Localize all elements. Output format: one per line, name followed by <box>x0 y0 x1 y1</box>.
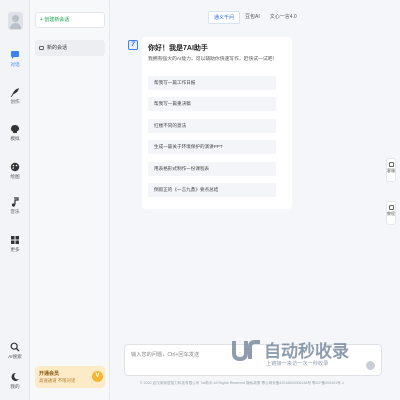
promo-subtitle: 高速通道 不限对话 <box>39 378 76 383</box>
watermark-logo-icon <box>232 340 260 361</box>
suggestion-item[interactable]: 倒叙正的《一言九鼎》要点总结 <box>148 183 276 197</box>
tab-doubao[interactable]: 豆包AI <box>240 11 265 24</box>
head-icon <box>11 125 19 133</box>
suggestion-item[interactable]: 帮我写一篇重决稿 <box>148 97 276 111</box>
music-note-icon <box>11 197 19 207</box>
watermark: 自动秒收录 上链接一来访一次一秒收录 <box>230 335 382 371</box>
customer-service-button[interactable]: 客服 <box>386 158 396 182</box>
rail-label-mine: 我的 <box>10 384 20 389</box>
greeting-title: 你好！我是7AI助手 <box>148 45 208 52</box>
rail-item-chat[interactable]: 对话 <box>0 50 30 68</box>
assistant-avatar-icon: 7 <box>128 40 138 50</box>
feather-icon <box>10 88 19 97</box>
rail-label-more: 更多 <box>10 247 20 252</box>
suggestion-item[interactable]: 用表格形式制作一份课程表 <box>148 162 276 176</box>
rail-item-simulate[interactable]: 模拟 <box>0 124 30 142</box>
suggestion-item[interactable]: 生成一篇关于环境保护的演讲PPT <box>148 140 276 154</box>
rail-label-chat: 对话 <box>10 62 20 67</box>
greeting-intro: 我拥有强大的AI能力，可以辅助你快速写作，赶快试一试吧！ <box>148 57 278 62</box>
customer-service-label: 客服 <box>387 168 395 173</box>
book-icon <box>388 205 394 210</box>
avatar[interactable] <box>8 12 23 30</box>
vip-badge-icon: V <box>92 371 103 382</box>
search-icon <box>10 342 20 352</box>
headset-icon <box>388 162 394 167</box>
chat-bubble-icon <box>39 45 44 50</box>
tutorial-label: 教程 <box>387 211 395 216</box>
footer-copyright: © 2022 武汉家家居智力科技有限公司 7aI助手 All Rights Re… <box>140 381 344 385</box>
rail-label-create: 创作 <box>10 99 20 104</box>
rail-label-draw: 绘图 <box>10 174 20 179</box>
rail-label-ai-search: AI搜索 <box>8 354 22 359</box>
rail-item-mine[interactable]: 我的 <box>0 372 30 390</box>
new-chat-button[interactable]: + 创建新会话 <box>35 12 105 28</box>
watermark-subtitle: 上链接一来访一次一秒收录 <box>266 361 329 367</box>
tutorial-button[interactable]: 教程 <box>386 201 396 225</box>
history-panel: + 创建新会话 新的会话 开通会员 高速通道 不限对话 V <box>30 0 110 400</box>
palette-icon <box>10 162 20 172</box>
promo-title: 开通会员 <box>39 371 60 377</box>
welcome-card: 你好！我是7AI助手 我拥有强大的AI能力，可以辅助你快速写作，赶快试一试吧！ … <box>142 37 292 209</box>
tab-wenxin[interactable]: 文心一言4.0 <box>265 11 302 24</box>
icon-rail: 对话 创作 模拟 绘图 音乐 更多 AI搜索 我的 <box>0 0 30 400</box>
chat-icon <box>11 51 19 59</box>
rail-item-create[interactable]: 创作 <box>0 87 30 105</box>
rail-item-draw[interactable]: 绘图 <box>0 162 30 180</box>
watermark-title: 自动秒收录 <box>264 342 349 361</box>
history-item-label: 新的会话 <box>47 45 68 51</box>
history-item[interactable]: 新的会话 <box>35 40 105 56</box>
suggestion-item[interactable]: 帮我写一篇工作日报 <box>148 76 276 90</box>
model-tabs: 通义千问 豆包AI 文心一言4.0 <box>208 11 302 24</box>
rail-label-simulate: 模拟 <box>10 136 20 141</box>
rail-item-more[interactable]: 更多 <box>0 235 30 253</box>
message-input-placeholder: 输入您的问题，Ctrl+回车发送 <box>131 352 200 358</box>
grid-icon <box>11 236 19 244</box>
rail-label-music: 音乐 <box>10 209 20 214</box>
suggestion-item[interactable]: 红楼不同的意法 <box>148 119 276 133</box>
membership-promo[interactable]: 开通会员 高速通道 不限对话 V <box>35 366 105 388</box>
rail-item-music[interactable]: 音乐 <box>0 197 30 215</box>
moon-icon <box>11 372 19 381</box>
tab-tongyi[interactable]: 通义千问 <box>208 11 241 24</box>
rail-item-ai-search[interactable]: AI搜索 <box>0 342 30 360</box>
